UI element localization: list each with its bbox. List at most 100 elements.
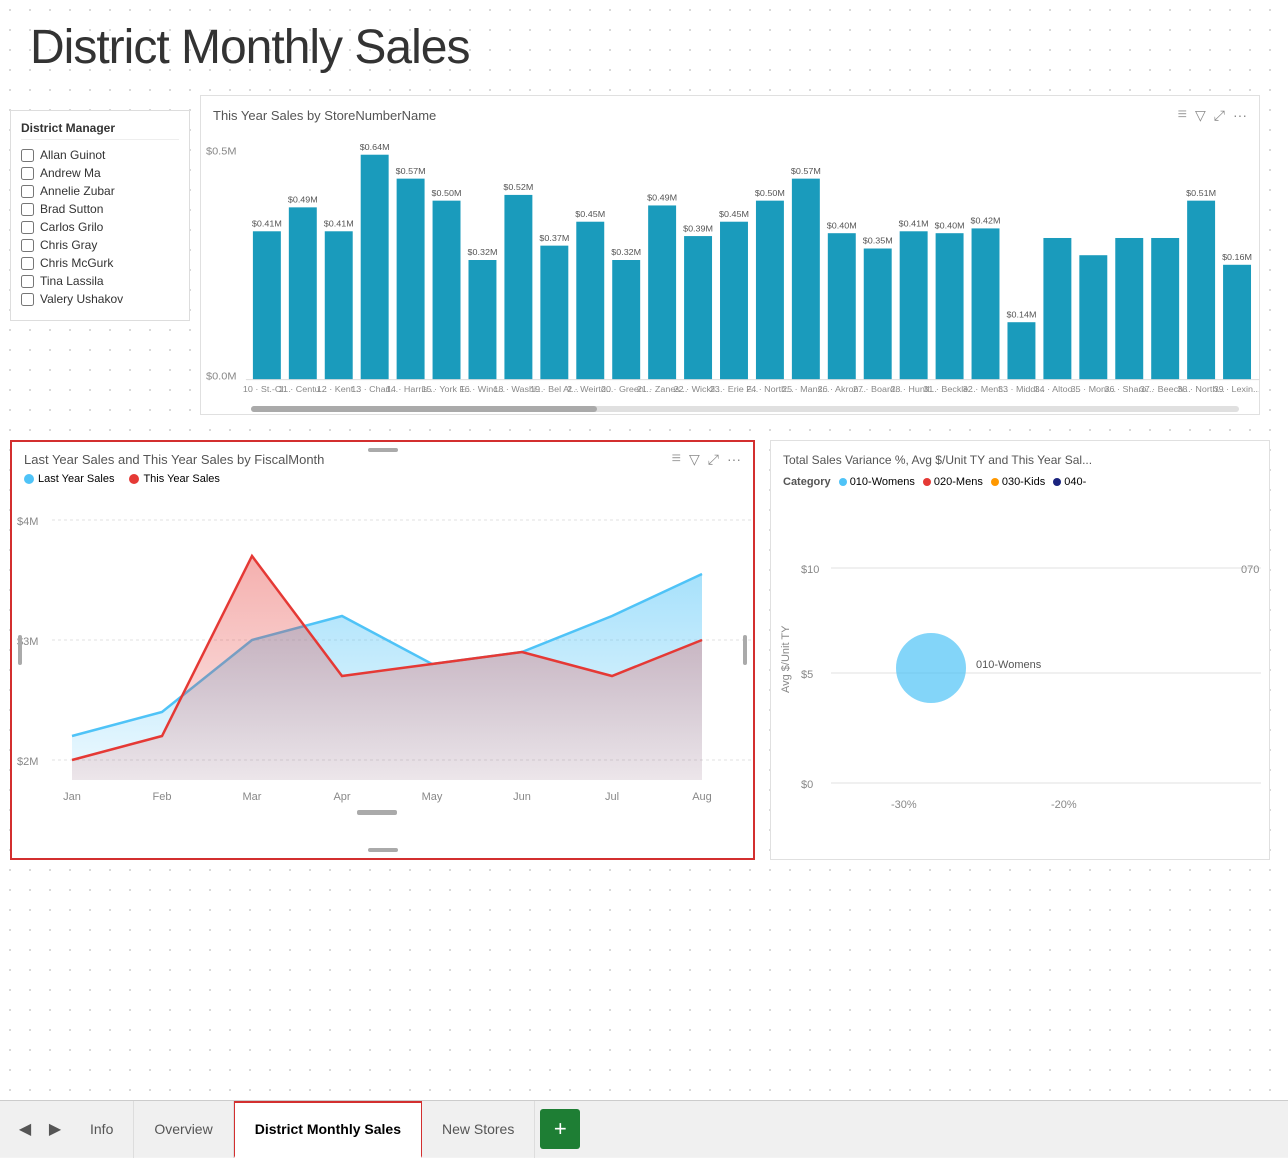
filter-item-2[interactable]: Annelie Zubar [21, 184, 179, 198]
tab-add-icon: + [554, 1116, 567, 1142]
svg-text:Avg $/Unit TY: Avg $/Unit TY [780, 625, 792, 693]
filter-label-7: Tina Lassila [40, 274, 104, 288]
tab-bar: ◀ ▶ Info Overview District Monthly Sales… [0, 1100, 1288, 1157]
svg-text:Aug: Aug [692, 791, 712, 803]
filter-icon[interactable]: ▽ [1195, 107, 1206, 124]
filter-checkbox-0[interactable] [21, 149, 34, 162]
tab-info[interactable]: Info [70, 1101, 134, 1158]
bar-chart-icons: ≡ ▽ ⤢ ··· [1178, 106, 1247, 124]
svg-text:$0.40M: $0.40M [935, 221, 965, 231]
filter-checkbox-3[interactable] [21, 203, 34, 216]
filter-checkbox-5[interactable] [21, 239, 34, 252]
svg-text:$0.5M: $0.5M [206, 146, 237, 158]
nav-left-arrow[interactable]: ◀ [10, 1101, 40, 1158]
more-options-icon[interactable]: ··· [1233, 107, 1247, 123]
scatter-chart-title: Total Sales Variance %, Avg $/Unit TY an… [783, 453, 1092, 467]
line-filter-icon[interactable]: ▽ [689, 451, 700, 468]
svg-text:$0.37M: $0.37M [539, 233, 569, 243]
nav-right-arrow[interactable]: ▶ [40, 1101, 70, 1158]
scatter-legend: Category 010-Womens 020-Mens 030-Kids 04… [771, 471, 1269, 493]
filter-item-5[interactable]: Chris Gray [21, 238, 179, 252]
drag-handle-icon: ≡ [1178, 106, 1187, 124]
svg-text:$10: $10 [801, 564, 819, 576]
legend-this-year: This Year Sales [129, 473, 219, 485]
svg-text:$0.45M: $0.45M [719, 209, 749, 219]
mens-dot [923, 478, 931, 486]
filter-checkbox-8[interactable] [21, 293, 34, 306]
legend-dot-this-year [129, 474, 139, 484]
filter-label-1: Andrew Ma [40, 166, 101, 180]
tab-district-monthly-sales-label: District Monthly Sales [255, 1121, 401, 1137]
line-chart-icons: ≡ ▽ ⤢ ··· [672, 450, 741, 468]
svg-text:Mar: Mar [243, 791, 262, 803]
womens-label: 010-Womens [850, 476, 915, 488]
filter-label-6: Chris McGurk [40, 256, 113, 270]
tab-new-stores[interactable]: New Stores [422, 1101, 535, 1158]
mens-label: 020-Mens [934, 476, 983, 488]
filter-label-5: Chris Gray [40, 238, 97, 252]
tab-district-monthly-sales[interactable]: District Monthly Sales [234, 1101, 422, 1158]
line-chart-title: Last Year Sales and This Year Sales by F… [24, 452, 324, 467]
womens-bubble[interactable] [896, 633, 966, 703]
bar-chart-container: This Year Sales by StoreNumberName ≡ ▽ ⤢… [200, 95, 1260, 415]
svg-text:$0.57M: $0.57M [791, 166, 821, 176]
filter-item-1[interactable]: Andrew Ma [21, 166, 179, 180]
scatter-legend-mens: 020-Mens [923, 476, 983, 488]
filter-item-4[interactable]: Carlos Grilo [21, 220, 179, 234]
040-dot [1053, 478, 1061, 486]
filter-label-3: Brad Sutton [40, 202, 103, 216]
filter-item-8[interactable]: Valery Ushakov [21, 292, 179, 306]
scrollbar-thumb[interactable] [251, 406, 597, 412]
line-more-icon[interactable]: ··· [727, 451, 741, 467]
svg-text:$0.32M: $0.32M [611, 247, 641, 257]
svg-text:$0.50M: $0.50M [432, 188, 462, 198]
filter-label-4: Carlos Grilo [40, 220, 103, 234]
scatter-chart-svg: Avg $/Unit TY $10 $5 $0 -30% -20% 010-Wo… [771, 493, 1271, 833]
filter-checkbox-2[interactable] [21, 185, 34, 198]
svg-text:$5: $5 [801, 669, 813, 681]
svg-text:$0.51M: $0.51M [1186, 188, 1216, 198]
svg-text:$0.52M: $0.52M [503, 182, 533, 192]
tab-info-label: Info [90, 1121, 113, 1137]
resize-handle-bottom[interactable] [368, 848, 398, 852]
filter-checkbox-4[interactable] [21, 221, 34, 234]
svg-text:$0.49M: $0.49M [647, 193, 677, 203]
svg-text:$0.42M: $0.42M [971, 216, 1001, 226]
resize-handle-left[interactable] [18, 635, 22, 665]
line-chart-header: Last Year Sales and This Year Sales by F… [12, 442, 753, 468]
svg-text:$0.45M: $0.45M [575, 209, 605, 219]
filter-item-7[interactable]: Tina Lassila [21, 274, 179, 288]
bar-chart-title: This Year Sales by StoreNumberName [213, 108, 436, 123]
legend-label-last-year: Last Year Sales [38, 473, 114, 485]
womens-dot [839, 478, 847, 486]
kids-dot [991, 478, 999, 486]
svg-text:$0.49M: $0.49M [288, 195, 318, 205]
womens-bubble-label: 010-Womens [976, 659, 1042, 671]
line-chart-legend: Last Year Sales This Year Sales [12, 468, 753, 490]
resize-handle-top[interactable] [368, 448, 398, 452]
line-expand-icon[interactable]: ⤢ [708, 451, 719, 468]
tab-add-button[interactable]: + [540, 1109, 580, 1149]
svg-text:$0.40M: $0.40M [827, 221, 857, 231]
expand-icon[interactable]: ⤢ [1214, 107, 1225, 124]
filter-checkbox-7[interactable] [21, 275, 34, 288]
filter-item-0[interactable]: Allan Guinot [21, 148, 179, 162]
svg-text:$0: $0 [801, 779, 813, 791]
tab-overview-label: Overview [154, 1121, 212, 1137]
resize-handle-right[interactable] [743, 635, 747, 665]
svg-text:$0.16M: $0.16M [1222, 252, 1252, 262]
svg-text:$2M: $2M [17, 756, 38, 768]
main-content: District Monthly Sales District Manager … [0, 0, 1288, 1100]
bar-chart-svg: $0.5M $0.0M $0.41M $0.49M $0.41M $0.64M … [201, 126, 1259, 394]
drag-handle-icon-line: ≡ [672, 450, 681, 468]
scatter-chart-header: Total Sales Variance %, Avg $/Unit TY an… [771, 441, 1269, 471]
filter-checkbox-6[interactable] [21, 257, 34, 270]
tab-overview[interactable]: Overview [134, 1101, 233, 1158]
filter-item-6[interactable]: Chris McGurk [21, 256, 179, 270]
filter-label-2: Annelie Zubar [40, 184, 115, 198]
svg-text:Jan: Jan [63, 791, 81, 803]
filter-item-3[interactable]: Brad Sutton [21, 202, 179, 216]
svg-text:$0.50M: $0.50M [755, 188, 785, 198]
filter-checkbox-1[interactable] [21, 167, 34, 180]
tab-new-stores-label: New Stores [442, 1121, 514, 1137]
